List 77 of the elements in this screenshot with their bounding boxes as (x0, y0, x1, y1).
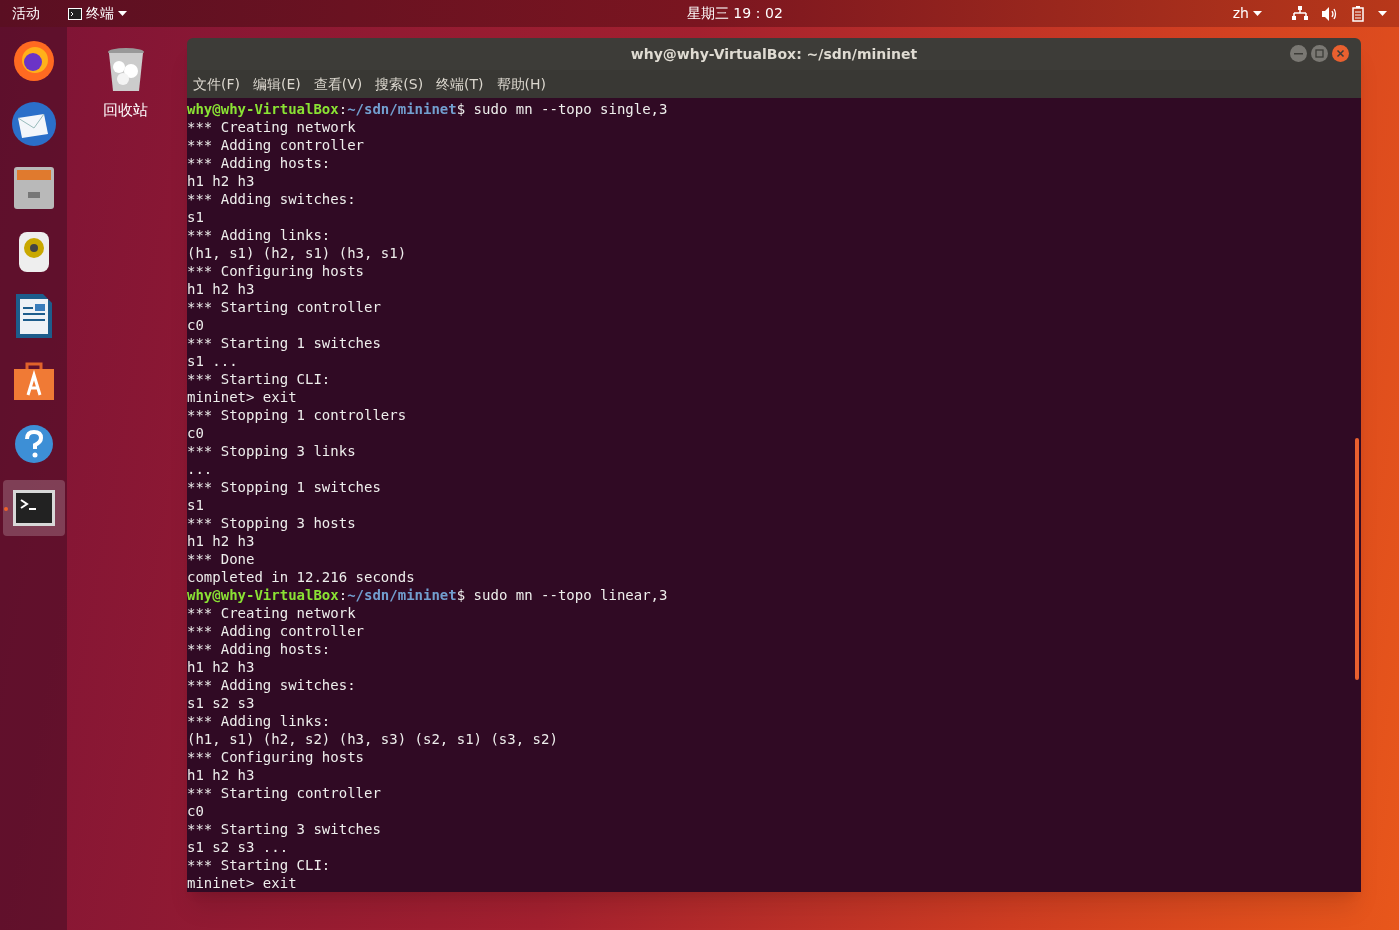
output-line: s1 s2 s3 (187, 694, 255, 712)
output-line: *** Starting controller (187, 784, 381, 802)
menu-item[interactable]: 搜索(S) (375, 73, 424, 95)
output-line: *** Adding hosts: (187, 640, 331, 658)
activities-button[interactable]: 活动 (12, 3, 60, 24)
minimize-icon[interactable] (1290, 45, 1307, 62)
output-line: *** Starting 1 switches (187, 334, 381, 352)
output-line: *** Configuring hosts (187, 262, 364, 280)
output-line: *** Adding links: (187, 226, 331, 244)
output-line: *** Adding switches: (187, 676, 356, 694)
clock[interactable]: 星期三 19：02 (686, 3, 783, 24)
output-line: h1 h2 h3 (187, 532, 255, 550)
output-line: s1 s2 s3 ... (187, 838, 289, 856)
output-line: *** Stopping 3 hosts (187, 514, 356, 532)
terminal-icon (68, 7, 82, 20)
language-label: zh (1232, 4, 1249, 23)
output-line: s1 ... (187, 352, 238, 370)
battery-icon[interactable] (1352, 5, 1364, 22)
mail-icon (9, 100, 58, 148)
menu-item[interactable]: 文件(F) (193, 73, 240, 95)
output-line: h1 h2 h3 (187, 280, 255, 298)
output-line: (h1, s1) (h2, s2) (h3, s3) (s2, s1) (s3, s2) (187, 730, 558, 748)
network-icon[interactable] (1292, 6, 1308, 21)
output-line: s1 (187, 496, 204, 514)
output-line: *** Adding switches: (187, 190, 356, 208)
close-icon[interactable] (1332, 45, 1349, 62)
output-line: h1 h2 h3 (187, 766, 255, 784)
output-line: *** Starting CLI: (187, 370, 331, 388)
output-line: ... (187, 460, 213, 478)
help-icon (13, 424, 54, 464)
output-line: *** Starting controller (187, 298, 381, 316)
dock-item[interactable] (2, 480, 65, 536)
app-menu[interactable]: 终端 (68, 3, 127, 24)
terminal-icon (11, 489, 56, 527)
menu-item[interactable]: 帮助(H) (496, 73, 547, 95)
window-title: why@why-VirtualBox: ~/sdn/mininet (630, 44, 918, 64)
output-line: (h1, s1) (h2, s1) (h3, s1) (187, 244, 407, 262)
output-line: *** Adding controller (187, 136, 364, 154)
output-line: s1 (187, 208, 204, 226)
output-line: *** Adding controller (187, 622, 364, 640)
speaker-icon (17, 231, 50, 273)
caret-icon[interactable] (1378, 11, 1387, 16)
prompt-line: why@why-VirtualBox:~/sdn/mininet$ sudo mn --topo single,3 (187, 100, 668, 118)
output-line: *** Creating network (187, 604, 356, 622)
language-menu[interactable]: zh (1232, 3, 1262, 24)
output-line: mininet> exit (187, 388, 297, 406)
output-line: c0 (187, 424, 204, 442)
prompt-line: why@why-VirtualBox:~/sdn/mininet$ sudo mn --topo linear,3 (187, 586, 668, 604)
output-line: *** Done (187, 550, 255, 568)
output-line: mininet> exit (187, 874, 297, 892)
scrollbar-thumb[interactable] (1355, 438, 1359, 680)
output-line: *** Starting 3 switches (187, 820, 381, 838)
output-line: *** Adding links: (187, 712, 331, 730)
menu-item[interactable]: 编辑(E) (253, 73, 301, 95)
output-line: *** Stopping 3 links (187, 442, 356, 460)
output-line: *** Stopping 1 controllers (187, 406, 407, 424)
output-line: *** Starting CLI: (187, 856, 331, 874)
output-line: completed in 12.216 seconds (187, 568, 415, 586)
caret-icon (1253, 11, 1262, 16)
output-line: *** Stopping 1 switches (187, 478, 381, 496)
output-line: h1 h2 h3 (187, 172, 255, 190)
output-line: h1 h2 h3 (187, 658, 255, 676)
output-line: *** Adding hosts: (187, 154, 331, 172)
maximize-icon[interactable] (1311, 45, 1328, 62)
output-line: c0 (187, 802, 204, 820)
app-menu-label: 终端 (86, 4, 114, 23)
trash-label: 回收站 (103, 100, 148, 121)
caret-icon (118, 11, 127, 16)
menu-item[interactable]: 终端(T) (436, 73, 484, 95)
menu-item[interactable]: 查看(V) (313, 73, 363, 95)
output-line: c0 (187, 316, 204, 334)
output-line: *** Creating network (187, 118, 356, 136)
output-line: *** Configuring hosts (187, 748, 364, 766)
trash-icon[interactable] (106, 47, 145, 93)
file-cabinet-icon (12, 166, 55, 210)
volume-icon[interactable] (1322, 6, 1338, 21)
document-icon (14, 293, 53, 339)
